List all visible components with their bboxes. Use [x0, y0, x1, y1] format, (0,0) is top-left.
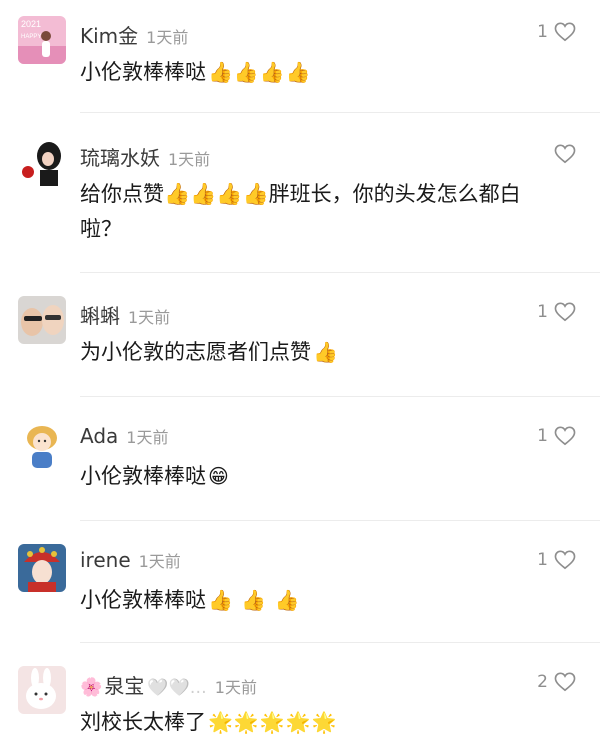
comment-text: 小伦敦棒棒哒 😁	[80, 459, 550, 494]
like-button[interactable]	[548, 144, 576, 164]
comment-text: 给你点赞👍👍👍👍胖班长，你的头发怎么都白啦？	[80, 177, 550, 247]
divider	[80, 112, 600, 113]
cartoon-girl-avatar-icon	[18, 420, 66, 468]
timestamp: 1天前	[168, 150, 211, 169]
opera-costume-avatar-icon	[18, 544, 66, 592]
heart-icon	[554, 672, 576, 692]
comment-list: 2021 HAPPY Kim金 1天前 小伦敦棒棒哒 👍👍👍👍 1 琉璃水妖 1…	[0, 0, 600, 750]
flower-icon: 🌸	[80, 677, 103, 698]
avatar[interactable]	[18, 420, 66, 468]
like-count: 1	[537, 426, 548, 446]
divider	[80, 520, 600, 521]
heart-icon	[554, 426, 576, 446]
username[interactable]: 琉璃水妖	[80, 142, 160, 171]
svg-text:HAPPY: HAPPY	[21, 34, 41, 40]
svg-text:2021: 2021	[21, 19, 41, 29]
thumbs-up-icon: 👍	[313, 340, 339, 364]
timestamp: 1天前	[126, 428, 169, 447]
divider	[80, 642, 600, 643]
heart-icon	[554, 302, 576, 322]
comment-item: 琉璃水妖 1天前 给你点赞👍👍👍👍胖班长，你的头发怎么都白啦？	[0, 122, 600, 274]
comment-text: 小伦敦棒棒哒 👍 👍 👍	[80, 583, 550, 618]
thumbs-up-icon: 👍 👍 👍	[208, 588, 301, 612]
username[interactable]: irene	[80, 548, 131, 572]
star-icon: 🌟🌟🌟🌟🌟	[208, 710, 338, 734]
grinning-face-icon: 😁	[208, 464, 230, 488]
avatar[interactable]	[18, 138, 66, 186]
like-count: 2	[537, 672, 548, 692]
like-count: 1	[537, 22, 548, 42]
like-button[interactable]: 1	[537, 550, 576, 570]
comment-item: irene 1天前 小伦敦棒棒哒 👍 👍 👍 1	[0, 528, 600, 644]
comment-body: 小伦敦棒棒哒	[80, 464, 206, 488]
rabbit-toy-avatar-icon	[18, 666, 66, 714]
comment-text: 小伦敦棒棒哒 👍👍👍👍	[80, 55, 550, 90]
avatar[interactable]	[18, 296, 66, 344]
heart-icon	[554, 550, 576, 570]
heart-icon	[554, 22, 576, 42]
avatar[interactable]: 2021 HAPPY	[18, 16, 66, 64]
woman-with-rose-avatar-icon	[18, 138, 66, 186]
comment-item: 蝌蝌 1天前 为小伦敦的志愿者们点赞 👍 1	[0, 280, 600, 398]
comment-text: 为小伦敦的志愿者们点赞 👍	[80, 335, 550, 370]
like-button[interactable]: 1	[537, 302, 576, 322]
couple-selfie-avatar-icon	[18, 296, 66, 344]
avatar[interactable]	[18, 544, 66, 592]
avatar[interactable]	[18, 666, 66, 714]
timestamp: 1天前	[128, 308, 171, 327]
divider	[80, 272, 600, 273]
comment-item: 🌸 泉宝 🤍🤍… 1天前 刘校长太棒了 🌟🌟🌟🌟🌟 2	[0, 650, 600, 750]
comment-text: 刘校长太棒了 🌟🌟🌟🌟🌟	[80, 705, 550, 740]
timestamp: 1天前	[138, 552, 181, 571]
new-year-avatar-icon: 2021 HAPPY	[18, 16, 66, 64]
heart-icon	[554, 144, 576, 164]
timestamp: 1天前	[214, 678, 257, 697]
like-button[interactable]: 1	[537, 426, 576, 446]
comment-body: 为小伦敦的志愿者们点赞	[80, 340, 311, 364]
comment-body: 小伦敦棒棒哒	[80, 60, 206, 84]
username[interactable]: Ada	[80, 424, 118, 448]
thumbs-up-icon: 👍👍👍👍	[208, 60, 312, 84]
like-button[interactable]: 1	[537, 22, 576, 42]
comment-body: 给你点赞👍👍👍👍胖班长，你的头发怎么都白啦？	[80, 182, 521, 241]
like-count: 1	[537, 550, 548, 570]
username[interactable]: 泉宝	[104, 670, 144, 699]
comment-item: Ada 1天前 小伦敦棒棒哒 😁 1	[0, 404, 600, 522]
white-heart-icon: 🤍🤍…	[147, 678, 207, 698]
username[interactable]: 蝌蝌	[80, 300, 120, 329]
timestamp: 1天前	[146, 28, 189, 47]
comment-body: 小伦敦棒棒哒	[80, 588, 206, 612]
like-count: 1	[537, 302, 548, 322]
divider	[80, 396, 600, 397]
comment-item: 2021 HAPPY Kim金 1天前 小伦敦棒棒哒 👍👍👍👍 1	[0, 0, 600, 113]
like-button[interactable]: 2	[537, 672, 576, 692]
username[interactable]: Kim金	[80, 20, 138, 49]
comment-body: 刘校长太棒了	[80, 710, 206, 734]
